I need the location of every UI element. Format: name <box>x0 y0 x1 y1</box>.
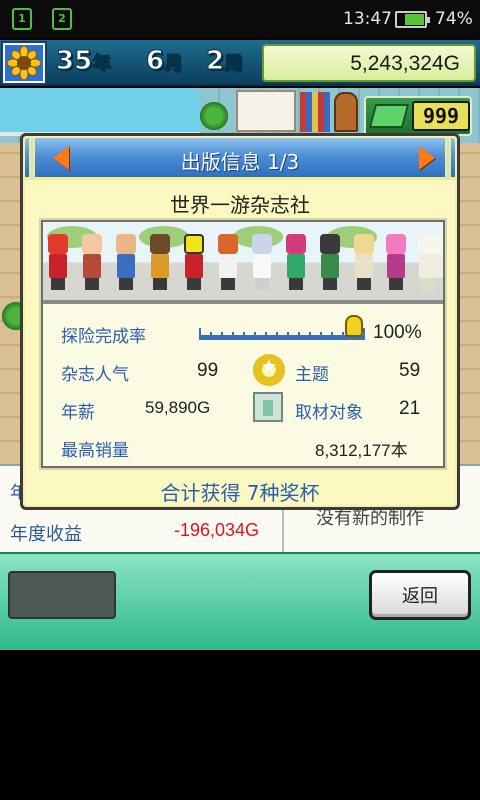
year-number: 35 <box>55 46 93 77</box>
disabled-slot <box>8 571 116 619</box>
staff-sprite <box>351 234 377 292</box>
week-unit: 周 <box>224 53 243 75</box>
money-display: 5,243,324G <box>262 44 476 82</box>
chick-icon <box>345 315 363 337</box>
max-sales-label: 最高销量 <box>61 441 129 461</box>
date-month: 6月 <box>145 46 183 77</box>
whiteboard <box>236 90 296 132</box>
month-number: 6 <box>145 46 165 77</box>
popularity-label: 杂志人气 <box>61 365 129 385</box>
status-bar: 1 2 13:47 74% <box>0 0 480 38</box>
building-icon <box>253 392 283 422</box>
dialog-header: 出版信息 1/3 <box>25 138 455 180</box>
world-pool <box>0 88 200 136</box>
back-button[interactable]: 返回 <box>369 570 471 620</box>
next-page-arrow-icon[interactable] <box>419 146 435 170</box>
sim-2-label: 2 <box>58 12 66 25</box>
annual-income-label: 年度收益 <box>10 524 82 545</box>
max-sales-row: 最高销量 8,312,177本 <box>43 428 443 466</box>
gem-counter[interactable]: 999 <box>364 96 472 136</box>
staff-sprite <box>45 234 71 292</box>
theme-label: 主题 <box>295 365 329 385</box>
trophy-summary: 合计获得 7种奖杯 <box>160 481 320 505</box>
exploration-progress-bar <box>199 328 365 340</box>
battery-icon <box>395 11 430 28</box>
polar-bear-sprite <box>415 234 443 292</box>
annual-income-value: -196,034G <box>174 520 260 540</box>
plant-decoration <box>200 102 228 130</box>
salary-label: 年薪 <box>61 403 95 423</box>
interview-label: 取材对象 <box>295 403 363 423</box>
salary-value: 59,890G <box>145 398 211 417</box>
interview-value: 21 <box>399 398 421 419</box>
year-unit: 年 <box>92 53 111 75</box>
salary-row: 年薪 59,890G 取材对象 21 <box>43 390 443 428</box>
publication-info-dialog: 出版信息 1/3 世界一游杂志社 探险完成率 100% 杂志人气 99 ★ 主题… <box>20 133 460 510</box>
staff-sprite <box>215 234 241 292</box>
battery-level <box>405 14 424 25</box>
staff-sprite <box>283 234 309 292</box>
progress-fill <box>201 335 363 338</box>
date-year: 35年 <box>55 46 111 77</box>
game-top-bar: 35年 6月 2周 5,243,324G <box>0 40 480 86</box>
gem-count: 999 <box>412 101 470 131</box>
stats-panel: 探险完成率 100% 杂志人气 99 主题 59 年薪 59,890G 取材对 <box>39 218 447 470</box>
sim-card-1-icon: 1 <box>12 8 32 30</box>
bookshelf <box>300 92 330 132</box>
theme-value: 59 <box>399 360 421 381</box>
popularity-row: 杂志人气 99 主题 59 <box>43 352 443 390</box>
wall-clock-icon <box>334 92 358 132</box>
staff-sprite <box>113 234 139 292</box>
sim-card-2-icon: 2 <box>52 8 72 30</box>
staff-sprite <box>147 234 173 292</box>
clock-time: 13:47 <box>343 9 392 29</box>
bottom-panel: 返回 <box>0 552 480 650</box>
money-stack-icon <box>368 104 410 128</box>
exploration-value: 100% <box>373 322 422 343</box>
staff-sprite <box>79 234 105 292</box>
month-unit: 月 <box>164 53 183 75</box>
exploration-label: 探险完成率 <box>61 327 146 347</box>
staff-sprite <box>181 234 207 292</box>
staff-sprite <box>383 234 409 292</box>
popularity-value: 99 <box>197 360 219 381</box>
sunflower-icon[interactable] <box>1 41 47 85</box>
sim-1-label: 1 <box>18 12 26 25</box>
star-medal-icon <box>253 354 285 386</box>
game-screen: 1 2 13:47 74% 35年 6月 2周 5,243,324G 999 年… <box>0 0 480 800</box>
week-number: 2 <box>205 46 225 77</box>
max-sales-value: 8,312,177本 <box>315 441 408 460</box>
exploration-row: 探险完成率 100% <box>43 314 443 352</box>
company-name: 世界一游杂志社 <box>170 193 310 217</box>
staff-sprite <box>317 234 343 292</box>
dialog-title: 出版信息 1/3 <box>180 150 300 174</box>
money-value: 5,243,324G <box>350 52 460 75</box>
staff-scene <box>43 222 443 304</box>
staff-sprite <box>249 234 275 292</box>
date-week: 2周 <box>205 46 243 77</box>
battery-percent: 74% <box>435 9 473 29</box>
